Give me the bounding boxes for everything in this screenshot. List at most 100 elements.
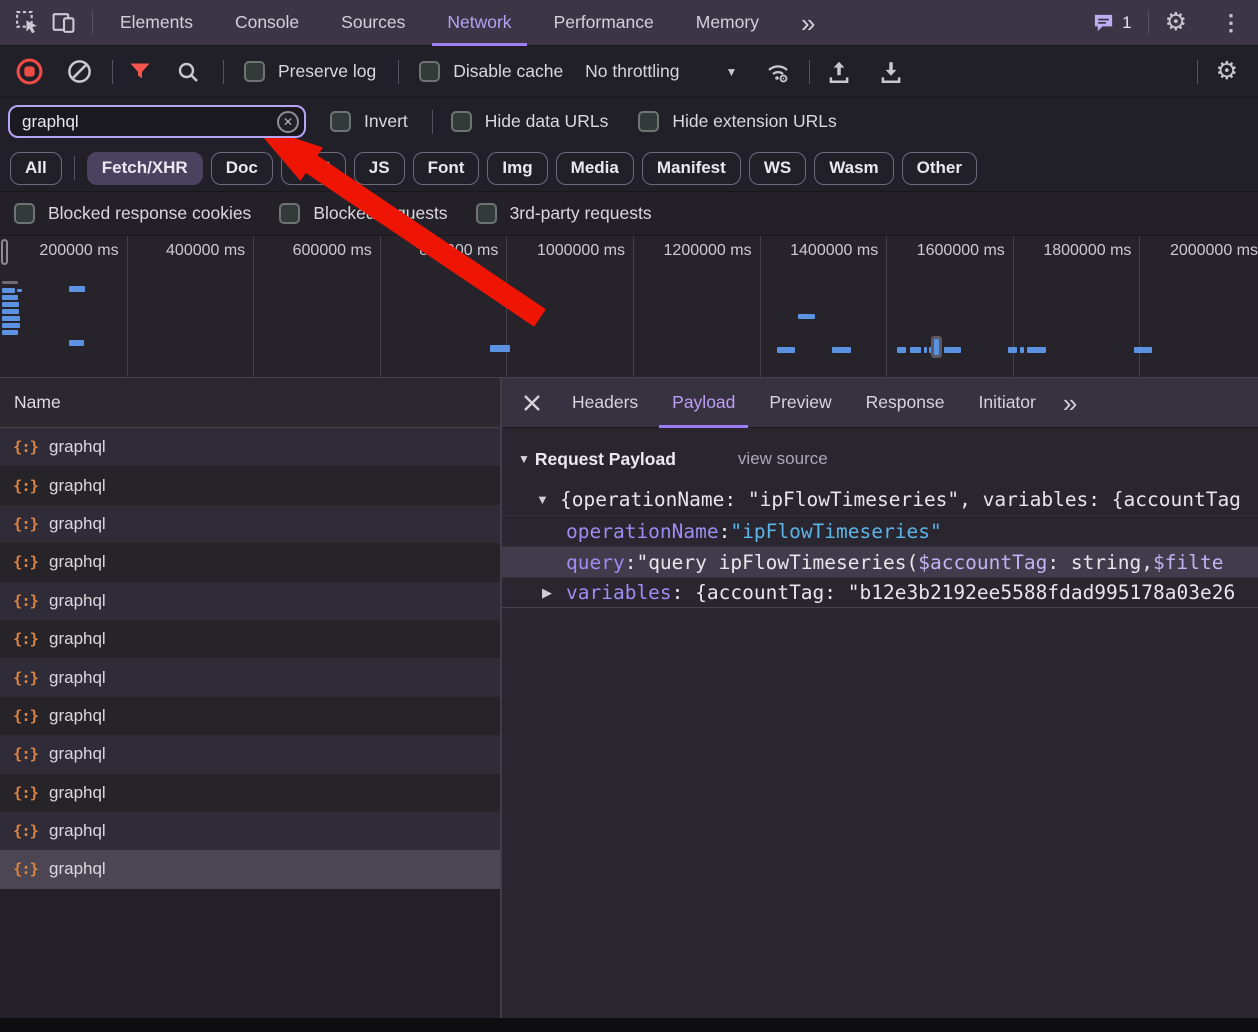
divider [432,110,433,134]
request-row[interactable]: {:}graphql [0,774,500,812]
hide-data-urls-label: Hide data URLs [485,111,609,132]
close-details-icon[interactable] [517,388,547,418]
timeline-activity-bar [2,281,18,284]
export-har-icon[interactable] [876,57,906,87]
hide-data-urls-checkbox[interactable] [451,111,472,132]
tab-network[interactable]: Network [426,0,532,46]
expanded-arrow-icon[interactable]: ▼ [536,492,560,507]
settings-gear-icon[interactable]: ⚙ [1165,10,1187,35]
request-row[interactable]: {:}graphql [0,428,500,466]
third-party-requests-label: 3rd-party requests [510,203,652,224]
console-messages-badge[interactable]: 1 [1092,11,1131,34]
details-tab-headers[interactable]: Headers [555,378,655,428]
timeline-activity-bar [490,345,510,352]
network-overview-timeline[interactable]: 200000 ms400000 ms600000 ms800000 ms1000… [0,236,1258,378]
hide-extension-urls-checkbox[interactable] [638,111,659,132]
chip-img[interactable]: Img [487,152,547,185]
request-row[interactable]: {:} graphql [0,658,500,696]
payload-tree: ▼{operationName: "ipFlowTimeseries", var… [502,484,1258,608]
invert-checkbox[interactable] [330,111,351,132]
disable-cache-label: Disable cache [453,61,563,82]
chip-font[interactable]: Font [413,152,480,185]
request-row[interactable]: {:}graphql [0,466,500,504]
request-name: graphql [49,783,106,803]
section-collapse-icon[interactable]: ▼ [518,452,530,466]
request-type-filter-bar: All Fetch/XHRDocCSSJSFontImg MediaManifest… [0,145,1258,192]
inspect-element-icon[interactable] [14,10,40,36]
third-party-requests-checkbox[interactable] [476,203,497,224]
blocked-requests-checkbox[interactable] [279,203,300,224]
details-tab-response[interactable]: Response [849,378,962,428]
request-name: graphql [49,744,106,764]
json-request-icon: {:} [13,592,38,610]
request-row[interactable]: {:}graphql [0,543,500,581]
tab-console[interactable]: Console [214,0,320,46]
json-request-icon: {:} [13,669,38,687]
chip-css[interactable]: CSS [281,152,346,185]
filter-input[interactable] [8,105,306,138]
timeline-left-handle[interactable] [1,239,8,265]
timeline-activity-bar [910,347,921,353]
request-row[interactable]: {:}graphql [0,582,500,620]
chip-ws[interactable]: WS [749,152,806,185]
filter-toggle-button[interactable] [125,57,155,87]
payload-tree-row[interactable]: query: "query ipFlowTimeseries($accountT… [502,546,1258,577]
timeline-activity-bar [2,309,19,314]
chip-all[interactable]: All [10,152,62,185]
request-row[interactable]: {:}graphql [0,812,500,850]
payload-text-segment: variables [566,581,672,604]
chip-wasm[interactable]: Wasm [814,152,893,185]
json-request-icon: {:} [13,822,38,840]
disable-cache-checkbox[interactable] [419,61,440,82]
network-settings-gear-icon[interactable]: ⚙ [1216,59,1238,84]
request-row[interactable]: {:}graphql [0,620,500,658]
message-count: 1 [1122,13,1131,33]
payload-tree-row[interactable]: ▶variables: {accountTag: "b12e3b2192ee55… [502,577,1258,608]
details-tab-preview[interactable]: Preview [752,378,848,428]
chip-doc[interactable]: Doc [211,152,273,185]
device-toolbar-icon[interactable] [50,10,76,36]
blocked-response-cookies-checkbox[interactable] [14,203,35,224]
timeline-gridline [760,236,761,377]
payload-tree-row[interactable]: operationName: "ipFlowTimeseries" [502,515,1258,546]
tab-memory[interactable]: Memory [675,0,780,46]
timeline-tick-label: 1400000 ms [790,242,878,260]
request-row[interactable]: {:}graphql [0,735,500,773]
more-panels-icon[interactable]: » [780,0,836,46]
timeline-gridline [253,236,254,377]
name-column-header[interactable]: Name [0,378,500,428]
json-request-icon: {:} [13,630,38,648]
details-tab-initiator[interactable]: Initiator [961,378,1052,428]
name-column-header-label: Name [14,392,61,413]
throttling-select[interactable]: No throttling ▼ [585,61,737,82]
import-har-icon[interactable] [824,57,854,87]
chip-js[interactable]: JS [354,152,405,185]
clear-network-log-button[interactable] [64,57,94,87]
request-row[interactable]: {:}graphql [0,505,500,543]
collapsed-arrow-icon[interactable]: ▶ [542,585,566,601]
chip-fetch-xhr[interactable]: Fetch/XHR [87,152,203,185]
payload-text-segment: $filte [1153,551,1223,574]
chip-manifest[interactable]: Manifest [642,152,741,185]
preserve-log-label: Preserve log [278,61,376,82]
tab-elements[interactable]: Elements [99,0,214,46]
record-network-log-button[interactable] [14,57,44,87]
clear-filter-icon[interactable]: ✕ [277,111,299,133]
search-icon[interactable] [173,57,203,87]
message-bubble-icon [1092,11,1115,34]
tab-sources[interactable]: Sources [320,0,426,46]
view-source-link[interactable]: view source [738,449,828,469]
tab-performance[interactable]: Performance [533,0,675,46]
chip-other[interactable]: Other [902,152,977,185]
preserve-log-checkbox[interactable] [244,61,265,82]
timeline-tick-label: 2000000 ms [1170,242,1258,260]
network-conditions-icon[interactable] [763,57,793,87]
payload-tree-row[interactable]: ▼{operationName: "ipFlowTimeseries", var… [502,484,1258,515]
throttling-value: No throttling [585,61,679,82]
details-tab-payload[interactable]: Payload [655,378,752,428]
request-row[interactable]: {:}graphql [0,850,500,888]
more-options-kebab-icon[interactable]: ⋮ [1220,10,1242,36]
request-name: graphql [49,668,106,688]
chip-media[interactable]: Media [556,152,634,185]
request-row[interactable]: {:}graphql [0,697,500,735]
